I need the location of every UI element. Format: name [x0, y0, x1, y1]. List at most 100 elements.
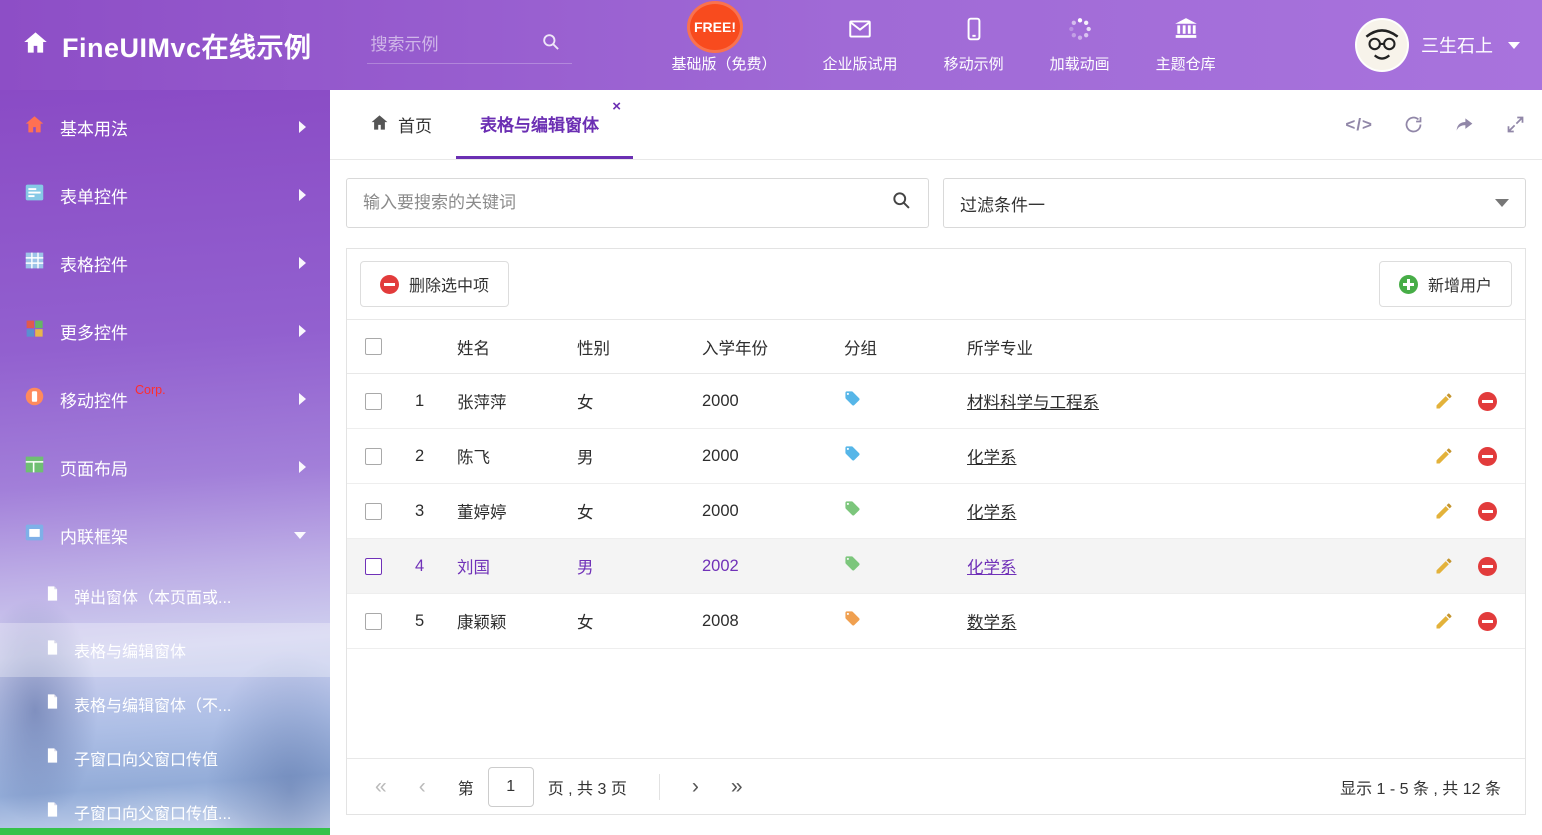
table-row[interactable]: 5 康颖颖 女 2008 数学系	[347, 594, 1525, 649]
chevron-right-icon	[299, 257, 306, 269]
file-icon	[44, 639, 61, 661]
chevron-right-icon	[299, 121, 306, 133]
nav-loading-animation[interactable]: 加载动画	[1050, 16, 1110, 74]
column-header-group[interactable]: 分组	[834, 335, 949, 359]
major-link[interactable]: 数学系	[967, 614, 1017, 632]
first-page-button[interactable]: «	[375, 776, 387, 797]
tag-icon	[844, 613, 861, 631]
search-icon[interactable]	[541, 32, 561, 57]
major-link[interactable]: 材料科学与工程系	[967, 394, 1099, 412]
sidebar-item-label: 表格控件	[60, 251, 128, 276]
button-label: 删除选中项	[409, 272, 489, 296]
sidebar-subitem-label: 表格与编辑窗体	[74, 638, 186, 662]
nav-enterprise-trial[interactable]: 企业版试用	[823, 16, 898, 74]
column-header-year[interactable]: 入学年份	[689, 335, 834, 359]
home-logo-icon	[22, 29, 49, 61]
major-link[interactable]: 化学系	[967, 504, 1017, 522]
keyword-search-box	[346, 178, 929, 228]
top-header: FineUIMvc在线示例 FREE! 基础版（免费） 企业版试用	[0, 0, 1542, 90]
share-icon[interactable]	[1454, 114, 1475, 135]
add-user-button[interactable]: 新增用户	[1379, 261, 1512, 307]
envelope-icon	[847, 16, 873, 46]
home-tab-icon	[370, 113, 389, 137]
sidebar-item-label: 基本用法	[60, 115, 128, 140]
next-page-button[interactable]: ›	[692, 776, 699, 797]
table-header-row: 姓名 性别 入学年份 分组 所学专业	[347, 319, 1525, 374]
sidebar-item-label: 内联框架	[60, 523, 128, 548]
delete-row-icon[interactable]	[1478, 502, 1497, 521]
cell-gender: 女	[569, 389, 689, 413]
column-header-gender[interactable]: 性别	[569, 335, 689, 359]
frame-icon	[24, 522, 45, 548]
tab-grid-edit-window[interactable]: 表格与编辑窗体 ×	[456, 90, 633, 159]
sidebar-subitem-grid-edit-window[interactable]: 表格与编辑窗体	[0, 623, 330, 677]
row-checkbox[interactable]	[365, 448, 382, 465]
grid-toolbar: 删除选中项 新增用户	[347, 249, 1525, 319]
row-checkbox[interactable]	[365, 393, 382, 410]
table-row[interactable]: 1 张萍萍 女 2000 材料科学与工程系	[347, 374, 1525, 429]
sidebar-item-form-controls[interactable]: 表单控件	[0, 161, 330, 229]
table-row[interactable]: 2 陈飞 男 2000 化学系	[347, 429, 1525, 484]
last-page-button[interactable]: »	[731, 776, 743, 797]
cell-name: 董婷婷	[449, 499, 569, 523]
avatar	[1355, 18, 1409, 72]
mobile-control-icon	[24, 386, 45, 412]
sidebar-subitem-grid-edit-window-alt[interactable]: 表格与编辑窗体（不...	[0, 677, 330, 731]
sidebar-subitem-child-to-parent[interactable]: 子窗口向父窗口传值	[0, 731, 330, 785]
nav-mobile-demo[interactable]: 移动示例	[944, 16, 1004, 74]
table-row[interactable]: 3 董婷婷 女 2000 化学系	[347, 484, 1525, 539]
nav-theme-repo[interactable]: 主题仓库	[1156, 16, 1216, 74]
column-header-major[interactable]: 所学专业	[949, 335, 1403, 359]
edit-pencil-icon[interactable]	[1434, 556, 1454, 576]
expand-icon[interactable]	[1505, 114, 1526, 135]
delete-row-icon[interactable]	[1478, 612, 1497, 631]
major-link[interactable]: 化学系	[967, 449, 1017, 467]
delete-row-icon[interactable]	[1478, 392, 1497, 411]
tab-bar: 首页 表格与编辑窗体 × </>	[330, 90, 1542, 160]
search-icon[interactable]	[891, 190, 912, 216]
edit-pencil-icon[interactable]	[1434, 611, 1454, 631]
record-count-summary: 显示 1 - 5 条 , 共 12 条	[1340, 775, 1501, 799]
sidebar-subitem-popup-window[interactable]: 弹出窗体（本页面或...	[0, 569, 330, 623]
sidebar-item-mobile-controls[interactable]: 移动控件 Corp.	[0, 365, 330, 433]
keyword-search-input[interactable]	[363, 193, 891, 213]
page-number-input[interactable]	[488, 767, 534, 807]
view-source-icon[interactable]: </>	[1345, 115, 1373, 135]
tab-home[interactable]: 首页	[346, 90, 456, 159]
row-number: 3	[399, 502, 449, 521]
delete-selected-button[interactable]: 删除选中项	[360, 261, 509, 307]
delete-row-icon[interactable]	[1478, 557, 1497, 576]
chevron-down-icon	[1508, 42, 1520, 49]
file-icon	[44, 585, 61, 607]
table-row-selected[interactable]: 4 刘国 男 2002 化学系	[347, 539, 1525, 594]
row-checkbox[interactable]	[365, 613, 382, 630]
major-link[interactable]: 化学系	[967, 559, 1017, 577]
sidebar-item-grid-controls[interactable]: 表格控件	[0, 229, 330, 297]
top-nav: 基础版（免费） 企业版试用 移动示例 加载动画	[672, 16, 1216, 74]
edit-pencil-icon[interactable]	[1434, 446, 1454, 466]
edit-pencil-icon[interactable]	[1434, 501, 1454, 521]
cell-year: 2000	[689, 502, 834, 521]
edit-pencil-icon[interactable]	[1434, 391, 1454, 411]
chevron-right-icon	[299, 393, 306, 405]
sidebar-item-inline-frame[interactable]: 内联框架	[0, 501, 330, 569]
app-title: FineUIMvc在线示例	[62, 26, 312, 65]
row-checkbox[interactable]	[365, 558, 382, 575]
sidebar-item-page-layout[interactable]: 页面布局	[0, 433, 330, 501]
close-icon[interactable]: ×	[612, 99, 621, 114]
filter-dropdown[interactable]: 过滤条件一	[943, 178, 1526, 228]
row-checkbox[interactable]	[365, 503, 382, 520]
refresh-icon[interactable]	[1403, 114, 1424, 135]
sidebar-item-more-controls[interactable]: 更多控件	[0, 297, 330, 365]
brand[interactable]: FineUIMvc在线示例	[22, 26, 312, 65]
tab-label: 表格与编辑窗体	[480, 111, 599, 136]
prev-page-button[interactable]: ‹	[419, 776, 426, 797]
user-menu[interactable]: 三生石上	[1355, 18, 1520, 72]
row-number: 1	[399, 392, 449, 411]
delete-row-icon[interactable]	[1478, 447, 1497, 466]
header-search-input[interactable]	[371, 35, 531, 55]
house-icon	[24, 114, 45, 140]
column-header-name[interactable]: 姓名	[449, 335, 569, 359]
select-all-checkbox[interactable]	[365, 338, 382, 355]
sidebar-item-basic-usage[interactable]: 基本用法	[0, 93, 330, 161]
